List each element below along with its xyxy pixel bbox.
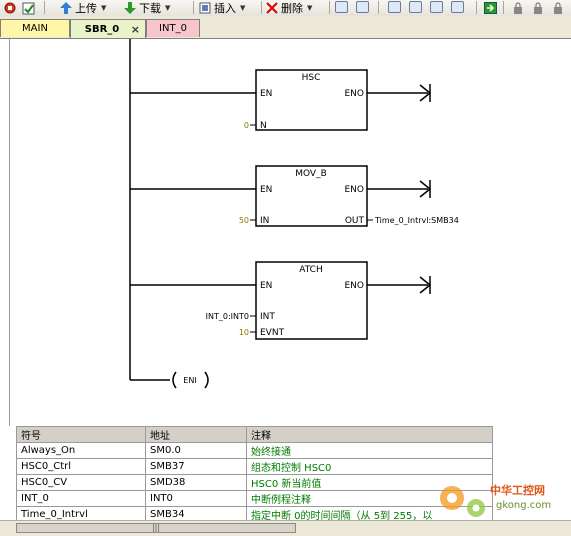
watermark-logo: 中华工控网 gkong.com	[440, 483, 551, 517]
insert-label: 插入	[214, 2, 236, 15]
eno-pin: ENO	[344, 185, 364, 195]
insert-button[interactable]: 插入 ▼	[199, 0, 245, 16]
ladder-diagram: HSC EN ENO N 0 MOV_B EN ENO IN OUT 50 Ti…	[129, 39, 459, 389]
out-value[interactable]: Time_0_Intrvl:SMB34	[374, 216, 459, 225]
delete-button[interactable]: 删除 ▼	[266, 0, 312, 16]
check-icon[interactable]	[22, 0, 35, 16]
contact-icon[interactable]	[388, 1, 401, 13]
lock-icon[interactable]	[512, 0, 524, 16]
watermark-text: 中华工控网	[490, 483, 545, 497]
separator	[193, 1, 194, 14]
insert-icon	[199, 2, 211, 14]
toolbar: 上传 ▼ 下载 ▼ 插入 ▼ 删除 ▼	[0, 0, 571, 17]
eno-pin: ENO	[344, 89, 364, 99]
upload-arrow-icon	[60, 2, 72, 14]
atch-title: ATCH	[299, 265, 322, 275]
coil-icon[interactable]	[409, 1, 422, 13]
column-header[interactable]: 地址	[145, 426, 247, 443]
column-header[interactable]: 注释	[246, 426, 493, 443]
network-icon[interactable]	[356, 1, 369, 13]
out-pin: OUT	[345, 216, 365, 226]
comment-cell[interactable]: 始终接通	[246, 442, 493, 459]
chevron-down-icon[interactable]: ▼	[307, 4, 312, 12]
separator	[476, 1, 477, 14]
box-icon[interactable]	[430, 1, 443, 13]
eno-pin: ENO	[344, 281, 364, 291]
network-icon[interactable]	[335, 1, 348, 13]
upload-button[interactable]: 上传 ▼	[60, 0, 106, 16]
separator	[261, 1, 262, 14]
in-pin: IN	[260, 216, 269, 226]
address-cell[interactable]: SMB37	[145, 458, 247, 475]
evnt-pin: EVNT	[260, 328, 285, 338]
separator	[503, 1, 504, 14]
gear-icon	[440, 486, 485, 517]
tab-label: MAIN	[22, 23, 48, 34]
horizontal-scrollbar[interactable]: |||	[0, 520, 571, 536]
int-value[interactable]: INT_0:INT0	[206, 312, 249, 321]
separator	[329, 1, 330, 14]
close-icon[interactable]: ×	[131, 23, 140, 36]
table-row[interactable]: Always_On SM0.0 始终接通	[16, 442, 493, 459]
lock-icon[interactable]	[532, 0, 544, 16]
column-header[interactable]: 符号	[16, 426, 146, 443]
symbol-table: 符号 地址 注释 Always_On SM0.0 始终接通 HSC0_Ctrl …	[16, 426, 493, 523]
symbol-cell[interactable]: HSC0_Ctrl	[16, 458, 146, 475]
n-pin: N	[260, 121, 267, 131]
chevron-down-icon[interactable]: ▼	[165, 4, 170, 12]
address-cell[interactable]: SM0.0	[145, 442, 247, 459]
in-value[interactable]: 50	[239, 216, 249, 225]
symbol-cell[interactable]: HSC0_CV	[16, 474, 146, 491]
n-value[interactable]: 0	[244, 121, 249, 130]
download-arrow-icon	[124, 2, 136, 14]
chevron-down-icon[interactable]: ▼	[101, 4, 106, 12]
watermark-url: gkong.com	[496, 500, 551, 511]
tab-label: INT_0	[159, 23, 187, 34]
scrollbar-thumb[interactable]: |||	[16, 523, 296, 533]
eni-label: ENI	[183, 376, 196, 385]
separator	[378, 1, 379, 14]
delete-icon	[266, 2, 278, 14]
comment-cell[interactable]: 组态和控制 HSC0	[246, 458, 493, 475]
lock-icon[interactable]	[552, 0, 564, 16]
chevron-down-icon[interactable]: ▼	[240, 4, 245, 12]
symbol-cell[interactable]: INT_0	[16, 490, 146, 507]
tab-sbr-0[interactable]: SBR_0 ×	[70, 19, 146, 38]
table-row[interactable]: HSC0_CV SMD38 HSC0 新当前值	[16, 474, 493, 491]
line-icon[interactable]	[451, 1, 464, 13]
en-pin: EN	[260, 185, 272, 195]
tab-main[interactable]: MAIN	[0, 19, 70, 37]
table-row[interactable]: INT_0 INT0 中断例程注释	[16, 490, 493, 507]
symbol-cell[interactable]: Always_On	[16, 442, 146, 459]
tab-int-0[interactable]: INT_0	[146, 19, 200, 37]
separator	[44, 1, 45, 14]
movb-title: MOV_B	[295, 169, 327, 179]
table-row[interactable]: HSC0_Ctrl SMB37 组态和控制 HSC0	[16, 458, 493, 475]
en-pin: EN	[260, 281, 272, 291]
int-pin: INT	[260, 312, 275, 322]
upload-label: 上传	[75, 2, 97, 15]
evnt-value[interactable]: 10	[239, 328, 249, 337]
stop-icon[interactable]	[4, 0, 16, 16]
address-cell[interactable]: INT0	[145, 490, 247, 507]
en-pin: EN	[260, 89, 272, 99]
program-tab-bar: MAIN SBR_0 × INT_0	[0, 16, 571, 39]
download-button[interactable]: 下载 ▼	[124, 0, 170, 16]
grip-icon: |||	[151, 523, 161, 532]
tab-label: SBR_0	[84, 23, 120, 35]
compile-icon[interactable]	[484, 0, 497, 16]
download-label: 下载	[139, 2, 161, 15]
address-cell[interactable]: SMD38	[145, 474, 247, 491]
delete-label: 删除	[281, 2, 303, 15]
table-header-row: 符号 地址 注释	[16, 426, 493, 443]
hsc-title: HSC	[302, 73, 321, 83]
